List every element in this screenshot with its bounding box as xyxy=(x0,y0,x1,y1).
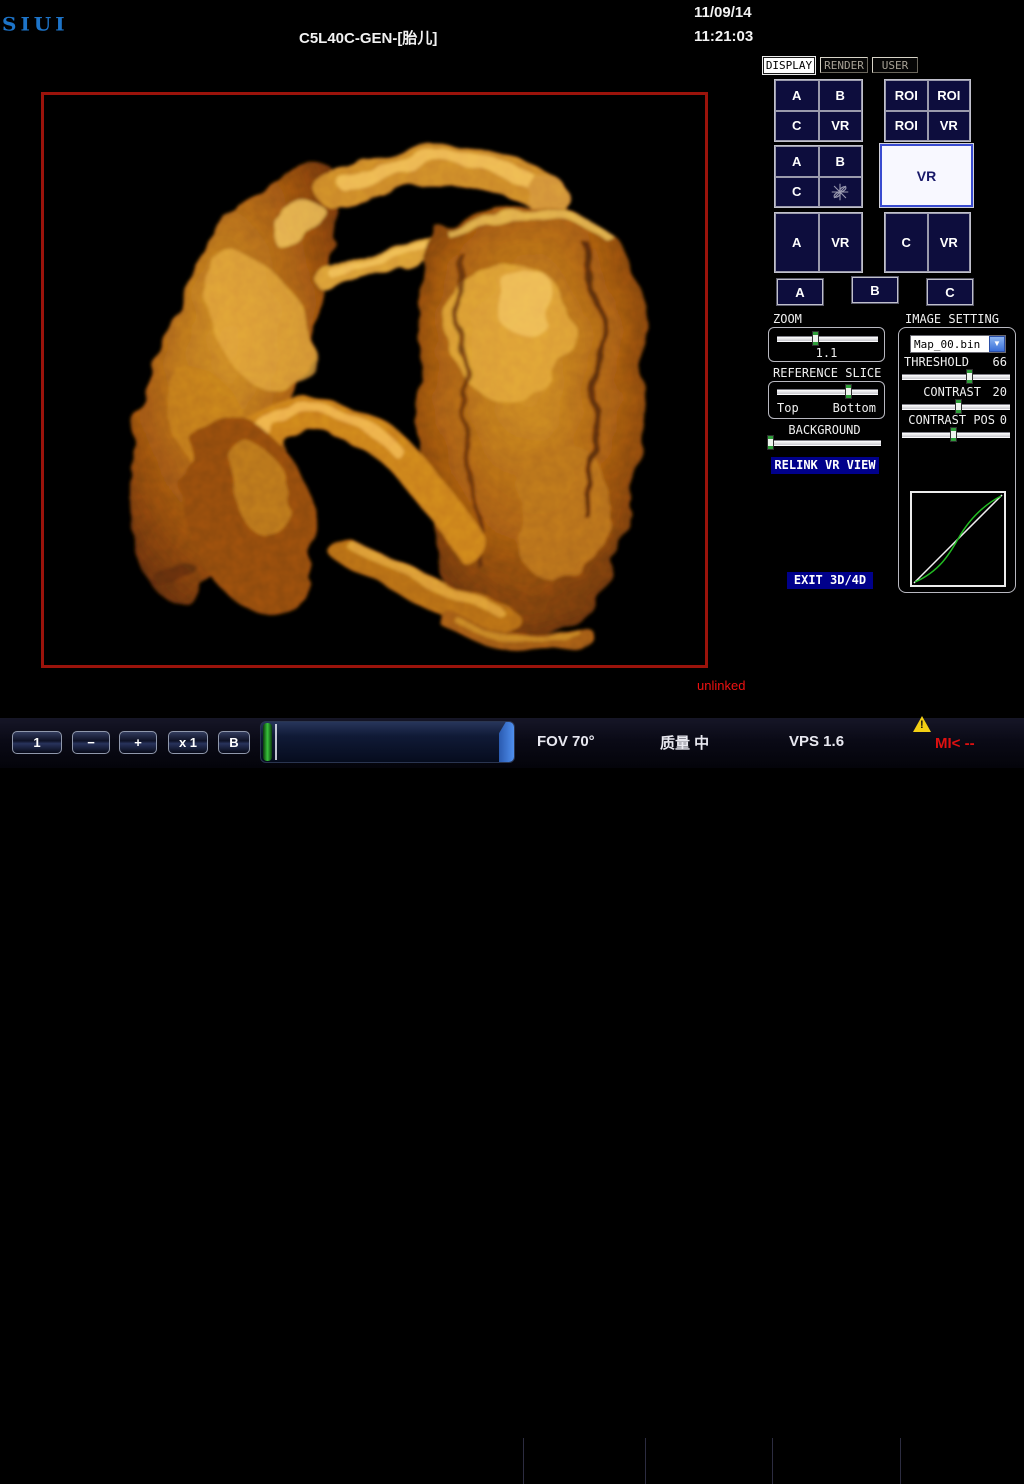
contrast-curve-graph xyxy=(910,491,1006,587)
fan-icon xyxy=(829,181,851,203)
layout-dual-cvr: C VR xyxy=(884,212,971,273)
contrast-slider-thumb[interactable] xyxy=(955,399,962,414)
threshold-slider[interactable] xyxy=(902,369,1010,384)
layout-quad-abc-fan: A B C xyxy=(774,145,863,208)
contrast-pos-value: 0 xyxy=(1000,413,1007,427)
layout-cell[interactable]: ROI xyxy=(928,80,971,111)
exit-3d4d-button[interactable]: EXIT 3D/4D xyxy=(787,572,873,589)
image-setting-label: IMAGE SETTING xyxy=(905,312,999,326)
layout-cell[interactable]: A xyxy=(775,213,819,272)
layout-cell[interactable]: VR xyxy=(819,111,863,142)
contrast-pos-slider-thumb[interactable] xyxy=(950,427,957,442)
mi-readout: MI< -- xyxy=(935,735,975,752)
layout-cell[interactable]: B xyxy=(819,80,863,111)
tab-render[interactable]: RENDER xyxy=(820,57,868,73)
cine-start-mark xyxy=(275,724,277,760)
layout-single-b[interactable]: B xyxy=(852,277,898,303)
layout-cell[interactable]: ROI xyxy=(885,80,928,111)
separator xyxy=(645,1438,646,1484)
layout-cell[interactable]: A xyxy=(775,146,819,177)
relink-vr-view-button[interactable]: RELINK VR VIEW xyxy=(771,457,879,474)
layout-cell[interactable]: ROI xyxy=(885,111,928,142)
threshold-slider-track[interactable] xyxy=(902,374,1010,380)
layout-cell[interactable]: VR xyxy=(819,213,863,272)
separator xyxy=(523,1438,524,1484)
dropdown-button[interactable]: ▼ xyxy=(989,336,1005,352)
reference-slice-slider[interactable] xyxy=(777,384,878,399)
siui-logo: SIUI xyxy=(2,13,69,35)
map-file-dropdown[interactable]: Map_00.bin ▼ xyxy=(910,335,1006,353)
layout-cell[interactable]: B xyxy=(819,146,863,177)
layout-quad-abcvr: A B C VR xyxy=(774,79,863,142)
cine-position-handle[interactable] xyxy=(263,723,272,761)
quality-readout: 质量 中 xyxy=(660,732,709,753)
layout-cell-fan[interactable] xyxy=(819,177,863,208)
threshold-slider-thumb[interactable] xyxy=(966,369,973,384)
vr-render-viewport[interactable] xyxy=(41,92,708,668)
vps-readout: VPS 1.6 xyxy=(789,733,844,750)
layout-single-c[interactable]: C xyxy=(927,279,973,305)
layout-quad-roi: ROI ROI ROI VR xyxy=(884,79,971,142)
threshold-value: 66 xyxy=(993,355,1007,369)
probe-preset-title: C5L40C-GEN-[胎儿] xyxy=(299,27,437,48)
fov-readout: FOV 70° xyxy=(537,733,595,750)
b-mode-button[interactable]: B xyxy=(218,731,250,754)
system-time: 11:21:03 xyxy=(694,28,753,45)
tab-display[interactable]: DISPLAY xyxy=(763,57,815,74)
multiplier-button[interactable]: x 1 xyxy=(168,731,208,754)
minus-button[interactable]: − xyxy=(72,731,110,754)
separator xyxy=(772,1438,773,1484)
background-slider-thumb[interactable] xyxy=(767,435,774,450)
layout-cell[interactable]: A xyxy=(775,80,819,111)
layout-cell[interactable]: C xyxy=(885,213,928,272)
threshold-label: THRESHOLD xyxy=(904,355,969,369)
contrast-pos-label: CONTRAST POS xyxy=(908,413,995,427)
zoom-slider-track[interactable] xyxy=(777,336,878,342)
plus-button[interactable]: + xyxy=(119,731,157,754)
page-number-button[interactable]: 1 xyxy=(12,731,62,754)
separator xyxy=(900,1438,901,1484)
fetus-3d-render xyxy=(44,95,705,665)
reference-slice-box: Top Bottom xyxy=(768,381,885,419)
reference-slice-label: REFERENCE SLICE xyxy=(773,366,881,380)
layout-cell[interactable]: C xyxy=(775,177,819,208)
reference-slice-thumb[interactable] xyxy=(845,384,852,399)
cine-end-cap xyxy=(499,722,514,762)
zoom-slider-thumb[interactable] xyxy=(812,331,819,346)
reference-slice-track[interactable] xyxy=(777,389,878,395)
warning-exclamation: ! xyxy=(920,719,924,731)
reference-slice-bottom-label: Bottom xyxy=(833,401,876,415)
map-file-value: Map_00.bin xyxy=(911,338,989,351)
tab-user[interactable]: USER xyxy=(872,57,918,73)
layout-single-a[interactable]: A xyxy=(777,279,823,305)
system-date: 11/09/14 xyxy=(694,4,752,21)
layout-cell[interactable]: VR xyxy=(928,111,971,142)
image-setting-box: Map_00.bin ▼ THRESHOLD 66 CONTRAST 20 CO… xyxy=(898,327,1016,593)
chevron-down-icon: ▼ xyxy=(993,340,1001,348)
background-slider-track[interactable] xyxy=(768,440,881,446)
layout-cell[interactable]: VR xyxy=(928,213,971,272)
layout-vr-full-selected[interactable]: VR xyxy=(880,144,973,207)
layout-dual-avr: A VR xyxy=(774,212,863,273)
background-slider[interactable] xyxy=(768,435,881,450)
reference-slice-top-label: Top xyxy=(777,401,799,415)
zoom-label: ZOOM xyxy=(773,312,802,326)
contrast-value: 20 xyxy=(993,385,1007,399)
contrast-pos-slider[interactable] xyxy=(902,427,1010,442)
cine-progress-bar[interactable] xyxy=(260,721,515,763)
layout-cell[interactable]: C xyxy=(775,111,819,142)
zoom-value: 1.1 xyxy=(769,346,884,360)
zoom-box: 1.1 xyxy=(768,327,885,362)
contrast-label: CONTRAST xyxy=(923,385,981,399)
contrast-slider[interactable] xyxy=(902,399,1010,414)
zoom-slider[interactable] xyxy=(777,331,878,346)
unlinked-status: unlinked xyxy=(697,678,745,693)
